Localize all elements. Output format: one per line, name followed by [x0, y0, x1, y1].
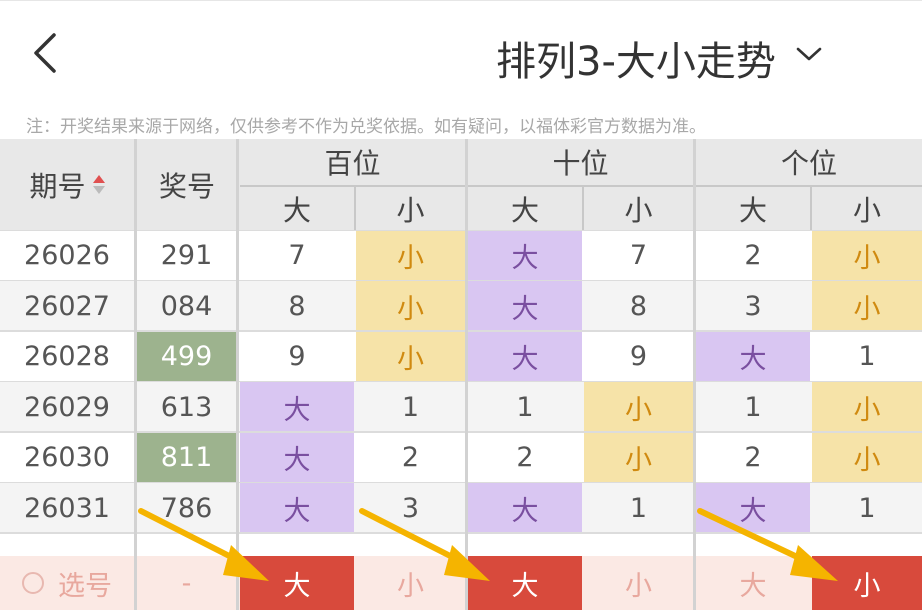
- digit-cell: 7: [288, 240, 306, 271]
- chevron-down-icon[interactable]: [794, 43, 824, 65]
- digit-cell: 9: [629, 341, 648, 372]
- header-group-units: 个位: [780, 147, 837, 180]
- table-header: 期号 奖号 百位 十位 个位 大 小 大 小 大 小: [0, 139, 922, 230]
- digit-cell: 9: [288, 341, 306, 372]
- small-cell: 小: [356, 281, 465, 331]
- small-cell: 小: [584, 432, 693, 483]
- big-cell: 大: [468, 230, 582, 281]
- header-group-hundreds: 百位: [324, 147, 381, 180]
- small-cell: 小: [356, 230, 465, 281]
- digit-cell: 1: [858, 341, 876, 372]
- digit-cell: 1: [516, 391, 534, 423]
- header-sub-small: 小: [624, 193, 653, 227]
- small-cell: 小: [812, 281, 922, 331]
- draw-cell: 811: [137, 432, 236, 483]
- draw-cell: 291: [160, 240, 213, 271]
- small-cell: 小: [356, 331, 465, 382]
- big-cell: 大: [696, 331, 810, 382]
- issue-cell: 26029: [24, 391, 110, 423]
- header-group-tens: 十位: [552, 147, 609, 180]
- big-cell: 大: [468, 331, 582, 382]
- header-sub-big: 大: [282, 193, 311, 227]
- page-title[interactable]: 排列3-大小走势: [496, 29, 776, 87]
- back-arrow-icon[interactable]: [28, 29, 68, 77]
- pointer-arrow-icon: [697, 508, 838, 581]
- header-divider: [354, 187, 356, 230]
- table-row: 26027 084 8 小大 8 3 小: [0, 281, 922, 332]
- digit-cell: 2: [516, 442, 534, 473]
- header-divider: [810, 187, 812, 230]
- digit-cell: 2: [744, 240, 762, 271]
- small-cell: 小: [812, 230, 922, 281]
- disclaimer-note: 注：开奖结果来源于网络，仅供参考不作为兑奖依据。如有疑问，以福体彩官方数据为准。: [26, 117, 706, 137]
- digit-cell: 3: [744, 290, 762, 322]
- pick-option[interactable]: 小: [584, 556, 693, 610]
- header-sub-small: 小: [396, 193, 425, 227]
- digit-cell: 2: [401, 442, 420, 473]
- big-cell: 大: [468, 281, 582, 331]
- small-cell: 小: [812, 432, 922, 483]
- digit-cell: 1: [629, 492, 648, 524]
- table-row: 26029 613 大 1 1 小 1 小: [0, 382, 922, 433]
- big-cell: 大: [240, 432, 354, 483]
- issue-cell: 26028: [24, 341, 110, 372]
- digit-cell: 1: [744, 391, 762, 423]
- pick-label-cell[interactable]: 选号: [0, 556, 134, 610]
- table-row: 26026 291 7 小大 7 2 小: [0, 230, 922, 282]
- sort-icon[interactable]: [92, 173, 106, 197]
- draw-cell: 084: [160, 290, 213, 322]
- header-sub-big: 大: [738, 193, 767, 227]
- issue-cell: 26030: [24, 442, 110, 473]
- digit-cell: 8: [629, 290, 648, 322]
- header-divider: [582, 187, 584, 230]
- header-draw: 奖号: [158, 169, 215, 203]
- digit-cell: 2: [744, 442, 762, 473]
- pointer-arrow-icon: [138, 508, 269, 581]
- pointer-arrow-icon: [359, 508, 490, 581]
- issue-cell: 26027: [24, 290, 110, 322]
- issue-cell: 26031: [24, 492, 110, 524]
- small-cell: 小: [584, 382, 693, 432]
- digit-cell: 7: [629, 240, 648, 271]
- header-sub-big: 大: [510, 193, 539, 227]
- pick-label: 选号: [58, 570, 112, 602]
- table-row: 26030 811 大 2 2 小 2 小: [0, 432, 922, 484]
- draw-cell: 613: [160, 391, 213, 423]
- big-cell: 大: [240, 382, 354, 432]
- header: 排列3-大小走势: [0, 1, 922, 105]
- issue-cell: 26026: [24, 240, 110, 271]
- header-sub-small: 小: [852, 193, 881, 227]
- header-divider: [240, 185, 922, 187]
- digit-cell: 8: [288, 290, 306, 322]
- header-issue-label: 期号: [29, 169, 86, 203]
- table-row: 26028 499 9 小大 9 大 1: [0, 331, 922, 383]
- digit-cell: 1: [401, 391, 420, 423]
- draw-cell: 499: [137, 331, 236, 382]
- header-issue[interactable]: 期号: [0, 139, 135, 230]
- small-cell: 小: [812, 382, 922, 432]
- radio-icon[interactable]: [22, 572, 44, 594]
